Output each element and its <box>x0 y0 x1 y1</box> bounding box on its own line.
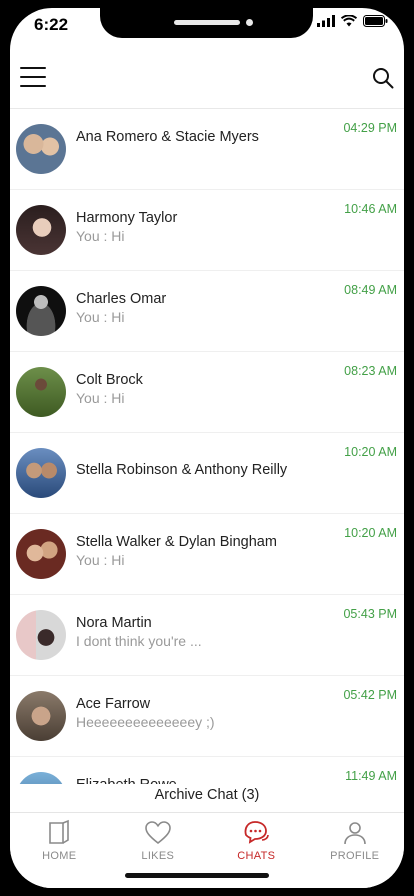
status-icons <box>317 15 388 27</box>
chat-message: You : Hi <box>76 309 125 325</box>
home-icon <box>49 819 70 844</box>
avatar <box>16 610 66 660</box>
chat-row[interactable]: Stella Robinson & Anthony Reilly 10:20 A… <box>10 433 404 514</box>
chat-time: 05:43 PM <box>343 607 397 621</box>
chat-row[interactable]: Stella Walker & Dylan Bingham You : Hi 1… <box>10 514 404 595</box>
avatar <box>16 286 66 336</box>
battery-icon <box>363 15 388 27</box>
tab-label: HOME <box>42 850 77 862</box>
speaker <box>174 20 240 25</box>
tab-label: PROFILE <box>330 850 380 862</box>
status-time: 6:22 <box>34 15 69 34</box>
chat-bubbles-icon <box>244 821 270 844</box>
chat-name: Ana Romero & Stacie Myers <box>76 129 259 145</box>
menu-icon[interactable] <box>20 67 46 89</box>
chat-time: 10:20 AM <box>344 445 397 459</box>
avatar <box>16 691 66 741</box>
chat-name: Harmony Taylor <box>76 210 178 226</box>
chat-time: 10:46 AM <box>344 202 397 216</box>
home-indicator <box>125 873 269 878</box>
phone-screen: 6:22 Ana Romero & Stacie Myers 04:29 PM … <box>10 8 404 888</box>
notch <box>100 8 313 38</box>
tab-label: LIKES <box>141 850 175 862</box>
chat-time: 05:42 PM <box>343 688 397 702</box>
heart-icon <box>144 821 171 845</box>
chat-time: 10:20 AM <box>344 526 397 540</box>
chat-time: 04:29 PM <box>343 121 397 135</box>
camera <box>246 19 253 26</box>
chat-list: Ana Romero & Stacie Myers 04:29 PM Harmo… <box>10 109 404 785</box>
chat-row[interactable]: Ace Farrow Heeeeeeeeeeeeeey ;) 05:42 PM <box>10 676 404 757</box>
chat-message: Heeeeeeeeeeeeeey ;) <box>76 714 215 730</box>
chat-row[interactable]: Harmony Taylor You : Hi 10:46 AM <box>10 190 404 271</box>
chat-row[interactable]: Elizabeth Rowe 11:49 AM <box>10 757 404 785</box>
chat-message: I dont think you're ... <box>76 633 202 649</box>
chat-name: Ace Farrow <box>76 696 151 712</box>
tab-home[interactable]: HOME <box>10 813 109 888</box>
tab-label: CHATS <box>237 850 276 862</box>
chat-time: 08:23 AM <box>344 364 397 378</box>
avatar <box>16 448 66 498</box>
chat-row[interactable]: Nora Martin I dont think you're ... 05:4… <box>10 595 404 676</box>
chat-message: You : Hi <box>76 552 125 568</box>
search-icon[interactable] <box>372 67 394 89</box>
top-bar <box>10 48 404 109</box>
chat-time: 08:49 AM <box>344 283 397 297</box>
chat-message: You : Hi <box>76 228 125 244</box>
chat-name: Stella Walker & Dylan Bingham <box>76 534 277 550</box>
chat-name: Stella Robinson & Anthony Reilly <box>76 462 288 478</box>
chat-name: Nora Martin <box>76 615 152 631</box>
chat-name: Charles Omar <box>76 291 167 307</box>
chat-time: 11:49 AM <box>345 769 397 783</box>
chat-message: You : Hi <box>76 390 125 406</box>
chat-row[interactable]: Charles Omar You : Hi 08:49 AM <box>10 271 404 352</box>
chat-row[interactable]: Colt Brock You : Hi 08:23 AM <box>10 352 404 433</box>
archive-chat-link[interactable]: Archive Chat (3) <box>10 784 404 812</box>
avatar <box>16 124 66 174</box>
avatar <box>16 367 66 417</box>
profile-icon <box>343 822 366 845</box>
wifi-icon <box>341 15 357 27</box>
tab-profile[interactable]: PROFILE <box>306 813 405 888</box>
chat-row[interactable]: Ana Romero & Stacie Myers 04:29 PM <box>10 109 404 190</box>
avatar <box>16 205 66 255</box>
avatar <box>16 529 66 579</box>
signal-icon <box>317 15 335 27</box>
chat-name: Colt Brock <box>76 372 143 388</box>
